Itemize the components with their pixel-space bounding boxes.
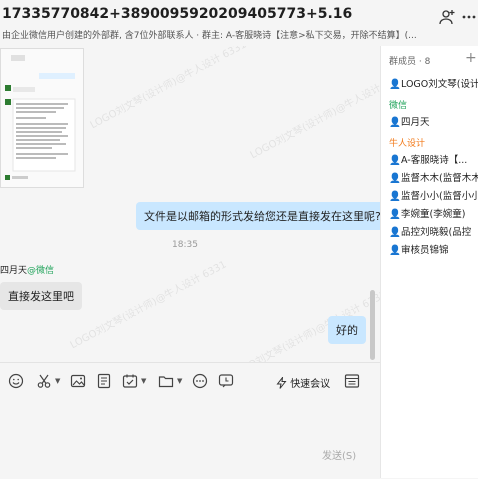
- chat-title: 17335770842+3890095920209405773+5.16: [2, 6, 353, 22]
- member-name: LOGO刘文琴(设计: [401, 79, 478, 90]
- person-icon: 👤: [389, 191, 401, 202]
- member-name: 监督木木(监督木木: [401, 173, 478, 184]
- person-icon: 👤: [389, 227, 401, 238]
- document-icon[interactable]: [96, 373, 112, 389]
- message-timestamp: 18:35: [172, 240, 198, 250]
- member-name: 审核员锦锦: [401, 245, 449, 256]
- sender-tag: @微信: [27, 266, 55, 276]
- image-message-thumbnail[interactable]: [0, 48, 84, 188]
- schedule-options-caret-icon[interactable]: ▼: [141, 377, 146, 385]
- chat-screenshot-image: [1, 49, 83, 187]
- member-item[interactable]: 👤四月天: [389, 114, 430, 132]
- chat-history-icon[interactable]: [344, 373, 360, 389]
- screenshot-options-caret-icon[interactable]: ▼: [55, 377, 60, 385]
- member-name: 品控刘晓毅(品控: [401, 227, 472, 238]
- message-sender: 四月天@微信: [0, 263, 54, 276]
- member-name: 李婉童(李婉童): [401, 209, 466, 220]
- chat-subtitle: 由企业微信用户创建的外部群, 含7位外部联系人 · 群主: A-客服晓诗【注意>…: [2, 31, 417, 41]
- person-icon: 👤: [389, 117, 401, 128]
- member-name: A-客服晓诗【...: [401, 155, 468, 166]
- quick-meeting-button[interactable]: 快速会议: [276, 375, 330, 390]
- more-tools-icon[interactable]: [192, 373, 208, 389]
- image-icon[interactable]: [70, 373, 86, 389]
- schedule-icon[interactable]: [122, 373, 138, 389]
- member-item[interactable]: 👤品控刘晓毅(品控: [389, 224, 471, 242]
- more-options-icon[interactable]: [460, 8, 478, 26]
- message-list[interactable]: LOGO刘文琴(设计师)@牛人设计 6331 LOGO刘文琴(设计师)@牛人设计…: [0, 46, 380, 362]
- lightning-icon: [276, 375, 287, 389]
- member-item[interactable]: 👤审核员锦锦: [389, 242, 449, 260]
- member-item[interactable]: 👤LOGO刘文琴(设计: [389, 76, 478, 94]
- person-icon: 👤: [389, 173, 401, 184]
- section-niuren: 牛人设计: [389, 139, 426, 149]
- watermark: LOGO刘文琴(设计师)@牛人设计 6331: [248, 69, 380, 162]
- member-name: 监督小小(监督小小: [401, 191, 478, 202]
- watermark: LOGO刘文琴(设计师)@牛人设计 6331: [88, 46, 249, 132]
- member-item[interactable]: 👤监督小小(监督小小: [389, 188, 478, 206]
- chat-header: 17335770842+3890095920209405773+5.16 由企业…: [0, 0, 478, 46]
- add-member-plus-icon[interactable]: +: [465, 50, 477, 66]
- incoming-message-bubble[interactable]: 直接发这里吧: [0, 282, 82, 310]
- person-icon: 👤: [389, 245, 401, 256]
- chat-record-icon[interactable]: [218, 373, 234, 389]
- person-icon: 👤: [389, 79, 401, 90]
- sender-name[interactable]: 四月天: [0, 266, 27, 276]
- emoji-icon[interactable]: [8, 373, 24, 389]
- folder-icon[interactable]: [158, 373, 174, 389]
- message-input[interactable]: [0, 397, 380, 443]
- members-header: 群成员 · 8: [389, 57, 431, 67]
- member-name: 四月天: [401, 117, 430, 128]
- person-icon: 👤: [389, 209, 401, 220]
- member-item[interactable]: 👤A-客服晓诗【...: [389, 152, 467, 170]
- section-wechat: 微信: [389, 101, 408, 111]
- screenshot-scissors-icon[interactable]: [36, 373, 52, 389]
- outgoing-message-bubble[interactable]: 好的: [328, 316, 366, 344]
- message-scrollbar[interactable]: [370, 290, 375, 360]
- send-button[interactable]: 发送(S): [322, 447, 356, 462]
- quick-meeting-label: 快速会议: [290, 379, 331, 390]
- person-icon: 👤: [389, 155, 401, 166]
- member-item[interactable]: 👤监督木木(监督木木: [389, 170, 478, 188]
- member-panel: 群成员 · 8 + 👤LOGO刘文琴(设计 微信 👤四月天 牛人设计 👤A-客服…: [380, 46, 478, 478]
- member-item[interactable]: 👤李婉童(李婉童): [389, 206, 465, 224]
- outgoing-message-bubble[interactable]: 文件是以邮箱的形式发给您还是直接发在这里呢?: [136, 202, 380, 230]
- message-composer: ▼ ▼ ▼ 快速会议 发送(S): [0, 362, 380, 479]
- watermark: LOGO刘文琴(设计师)@牛人设计 6331: [68, 259, 229, 352]
- add-member-icon[interactable]: [438, 8, 456, 26]
- folder-options-caret-icon[interactable]: ▼: [177, 377, 182, 385]
